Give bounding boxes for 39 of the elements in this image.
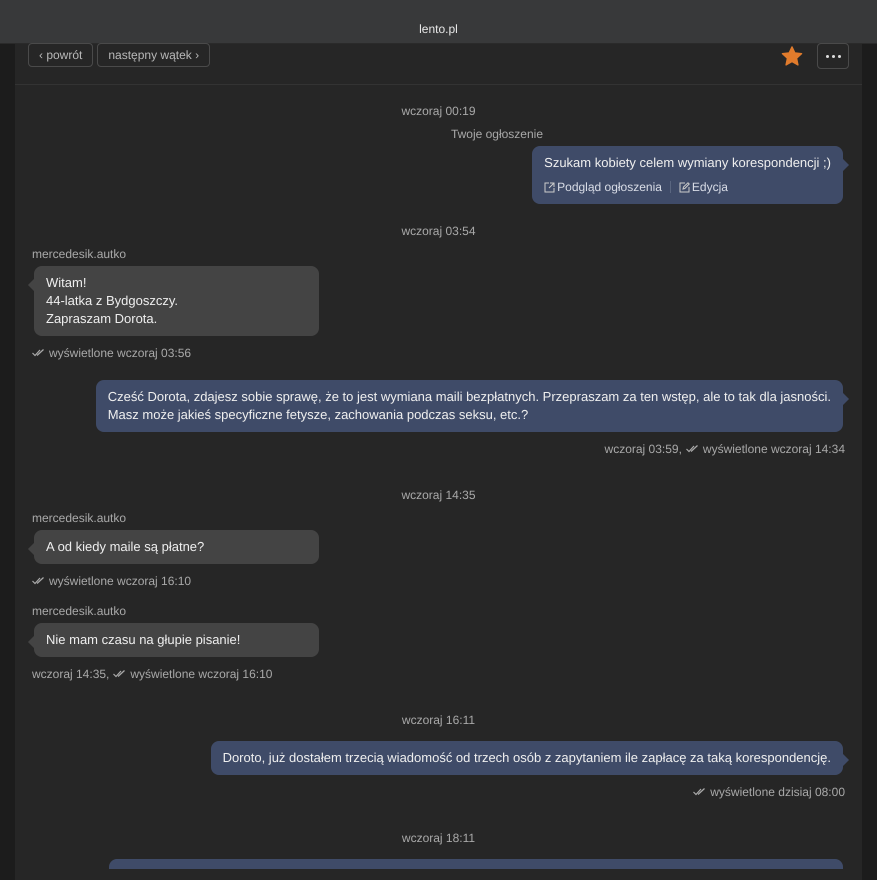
star-icon[interactable]	[781, 46, 803, 66]
edit-icon	[678, 182, 690, 192]
seen-status: wyświetlone dzisiaj 08:00	[710, 784, 845, 801]
next-thread-button[interactable]: następny wątek ›	[97, 43, 210, 67]
seen-status: wyświetlone wczoraj 14:34	[702, 441, 845, 458]
double-check-icon	[693, 788, 706, 796]
double-check-icon	[113, 670, 126, 678]
more-button[interactable]	[817, 43, 849, 69]
sender-name: mercedesik.autko	[32, 246, 126, 263]
date-divider: wczoraj 16:11	[402, 712, 476, 729]
double-check-icon	[686, 445, 699, 453]
double-check-icon	[32, 349, 45, 357]
message-text: Doroto, już dostałem trzecią wiadomość od trzech osób z zapytaniem ile zapłacę za taką korespondencję.	[222, 749, 831, 767]
date-divider: wczoraj 14:35	[401, 487, 476, 504]
seen-status: wyświetlone wczoraj 16:10	[49, 573, 192, 590]
sent-time: wczoraj 03:59,	[604, 441, 682, 458]
sender-name: Twoje ogłoszenie	[450, 126, 543, 143]
bubble-link[interactable]: Edycja	[678, 178, 728, 196]
message-text: 44-latka z Bydgoszczy.	[46, 292, 179, 310]
seen-status: wyświetlone wczoraj 16:10	[130, 666, 272, 683]
seen-status: wyświetlone wczoraj 03:56	[49, 345, 192, 362]
message-text: A od kiedy maile są płatne?	[46, 538, 206, 556]
message-text: Cześć Dorota, zdajesz sobie sprawę, że to jest wymiana maili bezpłatnych. Przepraszam za ten wstęp, ale to tak dla jasności.	[108, 388, 831, 406]
message-text: Nie mam czasu na głupie pisanie!	[46, 631, 242, 649]
double-check-icon	[32, 577, 45, 585]
back-button[interactable]: ‹ powrót	[28, 43, 94, 67]
date-divider: wczoraj 03:54	[401, 223, 476, 240]
date-divider: wczoraj 18:11	[402, 830, 476, 847]
message-text: Zapraszam Dorota.	[46, 310, 158, 328]
message-text: Witam!	[46, 274, 88, 292]
bubble-link[interactable]: Podgląd ogłoszenia	[544, 178, 662, 196]
sent-time: wczoraj 14:35,	[32, 666, 110, 683]
browser-url: lento.pl	[419, 21, 458, 38]
message-text: Masz może jakieś specyficzne fetysze, zachowania podczas seksu, etc.?	[108, 406, 530, 424]
message-text: Szukam kobiety celem wymiany korespondencji ;)	[544, 154, 831, 172]
sender-name: mercedesik.autko	[32, 603, 126, 620]
date-divider: wczoraj 00:19	[401, 103, 476, 120]
external-link-icon	[544, 182, 556, 192]
sender-name: mercedesik.autko	[32, 510, 126, 527]
